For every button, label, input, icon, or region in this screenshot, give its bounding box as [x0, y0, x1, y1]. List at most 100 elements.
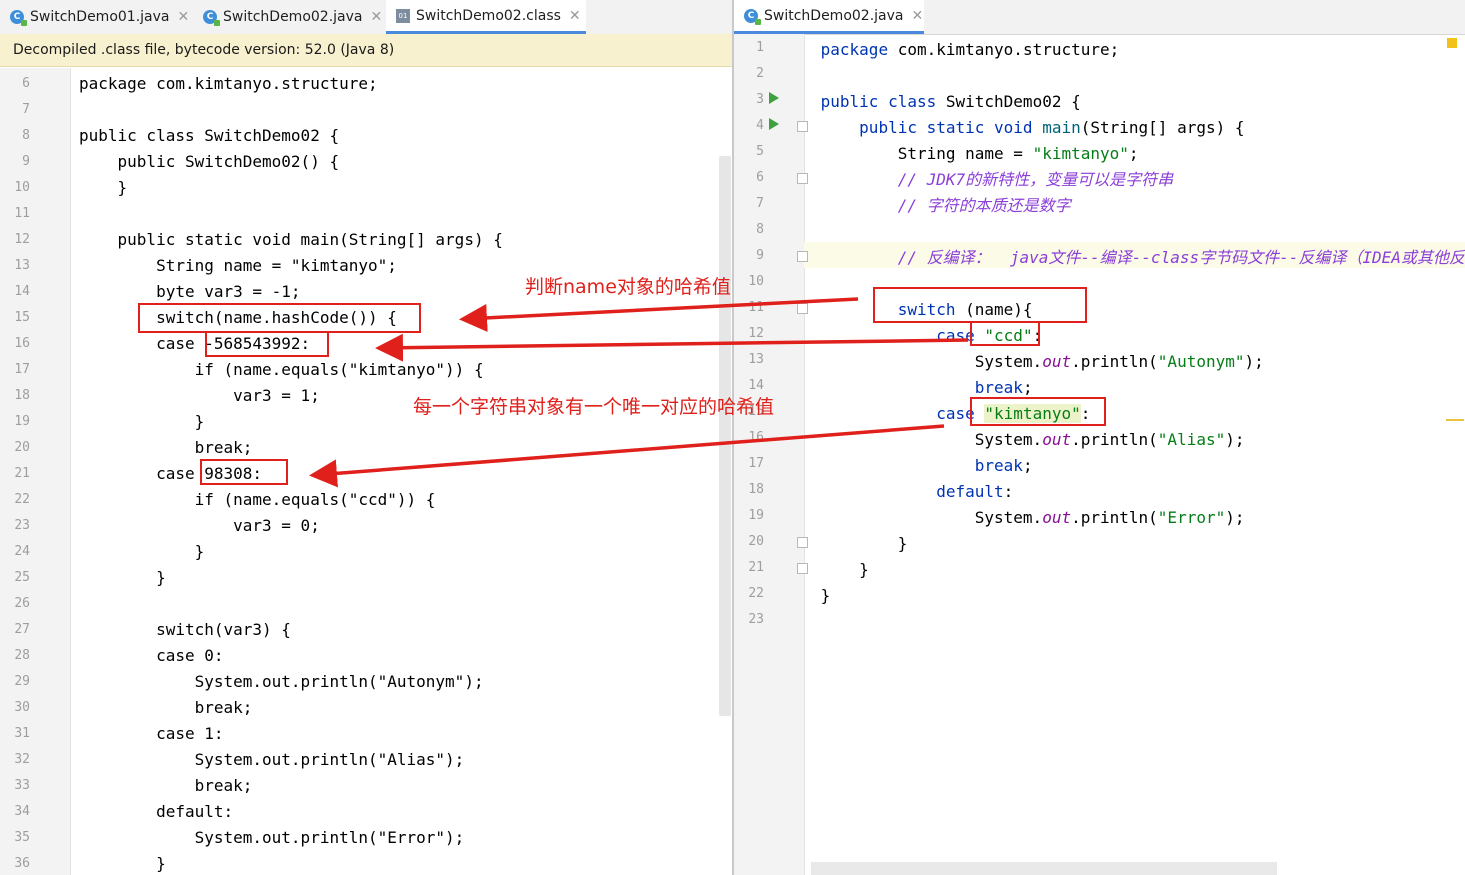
code-line: default: [79, 802, 234, 821]
java-class-icon: C [744, 8, 761, 25]
highlight-box-case-kimtanyo [970, 397, 1106, 426]
code-line: } [79, 854, 166, 873]
line-number: 1 [756, 40, 764, 55]
vertical-scrollbar[interactable] [719, 156, 731, 716]
line-number: 19 [748, 508, 764, 523]
left-gutter: 6 7 8 9 10 11 12 13 14 15 16 17 18 19 20 21 22 23 24 25 26 27… [0, 68, 71, 875]
code-line: case 98308: [79, 464, 263, 483]
close-icon[interactable]: ✕ [569, 8, 581, 24]
line-number: 27 [14, 622, 30, 637]
line-number: 16 [748, 430, 764, 445]
horizontal-scrollbar[interactable] [811, 862, 1277, 875]
tab-switchdemo02-java[interactable]: C SwitchDemo02.java ✕ [193, 0, 385, 34]
code-line: if (name.equals("kimtanyo")) { [79, 360, 484, 379]
class-file-icon: 01 [396, 8, 410, 23]
close-icon[interactable]: ✕ [911, 8, 923, 24]
line-number: 20 [748, 534, 764, 549]
tab-switchdemo02-java-right[interactable]: C SwitchDemo02.java ✕ [734, 0, 924, 34]
line-number: 13 [14, 258, 30, 273]
fold-icon[interactable] [797, 537, 808, 548]
fold-icon[interactable] [797, 121, 808, 132]
line-number: 11 [748, 300, 764, 315]
right-gutter: 1 2 3 4 5 6 7 8 9 10 11 12 13 14 15 16 17 18 19 20 21 22 23 [734, 34, 805, 875]
line-number: 6 [756, 170, 764, 185]
fold-icon[interactable] [797, 563, 808, 574]
line-number: 17 [14, 362, 30, 377]
code-line: System.out.println("Alias"); [79, 750, 465, 769]
line-number: 8 [22, 128, 30, 143]
line-number: 36 [14, 856, 30, 871]
tab-label: SwitchDemo02.java [223, 9, 363, 25]
line-number: 7 [756, 196, 764, 211]
line-number: 23 [14, 518, 30, 533]
line-number: 3 [756, 92, 764, 107]
decompiled-code[interactable]: package com.kimtanyo.structure; public c… [79, 71, 503, 875]
decompiled-editor-pane: C SwitchDemo01.java ✕ C SwitchDemo02.jav… [0, 0, 732, 875]
line-number: 22 [14, 492, 30, 507]
line-number: 28 [14, 648, 30, 663]
line-number: 32 [14, 752, 30, 767]
line-number: 29 [14, 674, 30, 689]
run-icon[interactable] [769, 92, 779, 104]
tab-label: SwitchDemo02.java [764, 7, 904, 24]
code-line: switch(var3) { [79, 620, 291, 639]
code-line: case 1: [79, 724, 224, 743]
line-number: 8 [756, 222, 764, 237]
java-class-icon: C [10, 10, 27, 26]
code-line: System.out.println("Error"); [79, 828, 465, 847]
line-number: 12 [748, 326, 764, 341]
left-tab-bar: C SwitchDemo01.java ✕ C SwitchDemo02.jav… [0, 0, 732, 35]
close-icon[interactable]: ✕ [370, 9, 382, 25]
code-line: } [79, 568, 166, 587]
line-number: 19 [14, 414, 30, 429]
line-number: 11 [14, 206, 30, 221]
line-number: 21 [748, 560, 764, 575]
decompiled-banner: Decompiled .class file, bytecode version… [0, 34, 732, 67]
code-line: } [79, 178, 128, 197]
code-line: System.out.println("Autonym"); [79, 672, 484, 691]
line-number: 10 [14, 180, 30, 195]
line-number: 31 [14, 726, 30, 741]
code-line: break; [79, 776, 253, 795]
line-number: 10 [748, 274, 764, 289]
line-number: 9 [22, 154, 30, 169]
code-line: public static void main(String[] args) { [79, 230, 503, 249]
line-number: 15 [14, 310, 30, 325]
run-icon[interactable] [769, 118, 779, 130]
code-line: break; [79, 438, 253, 457]
code-line: case 0: [79, 646, 224, 665]
code-line: package com.kimtanyo.structure; [79, 74, 378, 93]
close-icon[interactable]: ✕ [177, 9, 189, 25]
fold-icon[interactable] [797, 173, 808, 184]
line-number: 33 [14, 778, 30, 793]
highlight-box-case-ccd [970, 321, 1040, 346]
line-number: 12 [14, 232, 30, 247]
highlight-box-switch-name [873, 287, 1087, 323]
line-number: 30 [14, 700, 30, 715]
code-line: } [79, 542, 205, 561]
line-number: 5 [756, 144, 764, 159]
line-number: 16 [14, 336, 30, 351]
line-number: 26 [14, 596, 30, 611]
tab-switchdemo01-java[interactable]: C SwitchDemo01.java ✕ [0, 0, 192, 34]
java-class-icon: C [203, 10, 220, 26]
code-line: byte var3 = -1; [79, 282, 301, 301]
line-number: 21 [14, 466, 30, 481]
line-number: 18 [748, 482, 764, 497]
highlight-box-case-ccd-hash [200, 459, 288, 485]
tab-switchdemo02-class[interactable]: 01 SwitchDemo02.class ✕ [386, 0, 586, 34]
tab-label: SwitchDemo01.java [30, 9, 170, 25]
highlight-box-hashcode-switch [138, 303, 421, 333]
highlight-box-case-kimtanyo-hash [205, 331, 329, 357]
source-code[interactable]: package com.kimtanyo.structure; public c… [811, 37, 1465, 635]
code-line: if (name.equals("ccd")) { [79, 490, 436, 509]
line-number: 14 [14, 284, 30, 299]
line-number: 7 [22, 102, 30, 117]
fold-icon[interactable] [797, 251, 808, 262]
line-number: 23 [748, 612, 764, 627]
line-number: 17 [748, 456, 764, 471]
line-number: 20 [14, 440, 30, 455]
fold-icon[interactable] [797, 303, 808, 314]
line-number: 34 [14, 804, 30, 819]
